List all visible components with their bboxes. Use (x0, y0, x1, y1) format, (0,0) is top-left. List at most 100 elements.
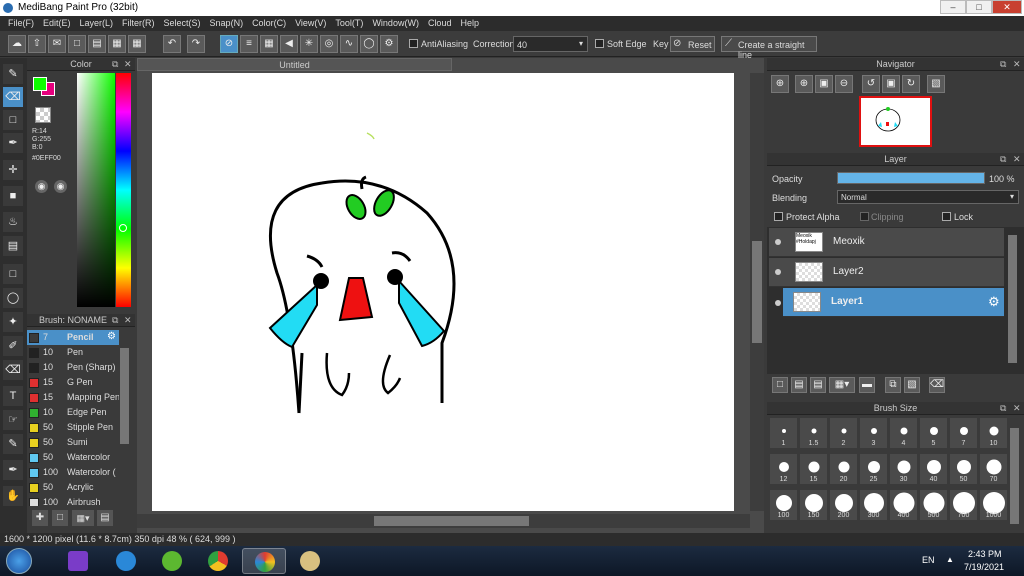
brush-item[interactable]: 50 Watercolor (27, 450, 119, 465)
brush-item[interactable]: 100 Watercolor ( (27, 465, 119, 480)
taskbar-app-paint[interactable] (288, 548, 332, 574)
operation-tool-icon[interactable]: ☞ (3, 410, 23, 430)
gradient-tool-icon[interactable]: ▤ (3, 236, 23, 256)
brush-list-scrollbar[interactable] (120, 348, 129, 444)
brush-size-cell[interactable]: 2 (829, 417, 858, 449)
brush-size-cell[interactable]: 300 (859, 489, 888, 521)
soft-edge-checkbox[interactable] (595, 39, 604, 48)
expand-icon[interactable]: ⧉ (1000, 154, 1006, 165)
close-icon[interactable]: ✕ (1013, 154, 1021, 165)
menu-help[interactable]: Help (456, 16, 484, 31)
brush-size-cell[interactable]: 20 (829, 453, 858, 485)
divide-tool-icon[interactable]: ✎ (3, 434, 23, 454)
menu-select[interactable]: Select(S) (160, 16, 206, 31)
taskbar-app-medibang[interactable] (242, 548, 286, 574)
brush-size-cell[interactable]: 1.5 (799, 417, 828, 449)
brush-item[interactable]: 10 Edge Pen (27, 405, 119, 420)
snap-settings-gear-icon[interactable]: ⚙ (380, 35, 398, 53)
brush-size-cell[interactable]: 40 (919, 453, 948, 485)
brush-size-scrollbar[interactable] (1010, 428, 1019, 524)
duplicate-layer-icon[interactable]: ⧉ (885, 377, 901, 393)
brush-settings-icon[interactable]: ▤ (97, 510, 113, 526)
brush-item[interactable]: 50 Sumi (27, 435, 119, 450)
brush-size-cell[interactable]: 150 (799, 489, 828, 521)
expand-icon[interactable]: ⧉ (1000, 59, 1006, 70)
brush-item[interactable]: 50 Acrylic (27, 480, 119, 495)
navigator-preview[interactable] (859, 96, 932, 147)
close-button[interactable]: ✕ (992, 0, 1022, 14)
layer-row-layer1[interactable]: Layer1 ⚙ (783, 288, 1004, 317)
opacity-slider[interactable] (837, 172, 985, 184)
brush-size-cell[interactable]: 3 (859, 417, 888, 449)
create-straight-line-button[interactable]: ⟋ Create a straight line (721, 36, 817, 60)
reset-button[interactable]: ⊘ Reset (670, 36, 715, 52)
layer-row-meoxik[interactable]: Meoxik #Holdapj Meoxik (769, 228, 1004, 257)
menu-tool[interactable]: Tool(T) (331, 16, 368, 31)
vertical-scroll-thumb[interactable] (752, 241, 762, 343)
taskbar-app-ie[interactable] (104, 548, 148, 574)
brush-size-cell[interactable]: 30 (889, 453, 918, 485)
transparent-color-swatch[interactable] (35, 107, 51, 123)
expand-icon[interactable]: ⧉ (112, 315, 118, 326)
zoom-in-plus-icon[interactable]: ⊕ (795, 75, 813, 93)
add-brush-icon[interactable]: ✚ (32, 510, 48, 526)
brush-size-cell[interactable]: 200 (829, 489, 858, 521)
brush-item[interactable]: 10 Pen (27, 345, 119, 360)
move-tool-icon[interactable]: ✛ (3, 160, 23, 180)
menu-color[interactable]: Color(C) (248, 16, 291, 31)
menu-view[interactable]: View(V) (291, 16, 331, 31)
close-icon[interactable]: ✕ (1013, 403, 1021, 414)
menu-file[interactable]: File(F) (4, 16, 39, 31)
layer-row-layer2[interactable]: Layer2 (769, 258, 1004, 287)
document-icon[interactable]: ▤ (88, 35, 106, 53)
ellipse-snap-icon[interactable]: ◯ (360, 35, 378, 53)
visibility-eye-icon[interactable] (775, 239, 781, 245)
taskbar-app-chrome[interactable] (196, 548, 240, 574)
brush-size-cell[interactable]: 400 (889, 489, 918, 521)
zoom-in-icon[interactable]: ⊕ (771, 75, 789, 93)
snap-off-icon[interactable]: ⊘ (220, 35, 238, 53)
tray-expand-icon[interactable]: ▲ (946, 555, 954, 564)
zoom-out-icon[interactable]: ⊖ (835, 75, 853, 93)
fit-icon[interactable]: ▣ (815, 75, 833, 93)
brush-size-cell[interactable]: 5 (919, 417, 948, 449)
pen-tool-icon[interactable]: ✒ (3, 133, 23, 153)
horizontal-scrollbar[interactable] (137, 514, 750, 528)
close-icon[interactable]: ✕ (1013, 59, 1021, 70)
select-eraser-tool-icon[interactable]: ⌫ (3, 360, 23, 380)
undo-icon[interactable]: ↶ (163, 35, 181, 53)
new-file-icon[interactable]: □ (68, 35, 86, 53)
close-icon[interactable]: ✕ (124, 315, 132, 326)
language-indicator[interactable]: EN (922, 555, 935, 565)
brush-menu-icon[interactable]: ▦▾ (72, 510, 94, 526)
vanishing-point-icon[interactable]: ◀ (280, 35, 298, 53)
foreground-color-swatch[interactable] (33, 77, 47, 91)
layer-settings-gear-icon[interactable]: ⚙ (988, 294, 1000, 310)
menu-snap[interactable]: Snap(N) (206, 16, 249, 31)
magic-wand-tool-icon[interactable]: ✦ (3, 312, 23, 332)
palette-icon[interactable]: ◉ (54, 180, 67, 193)
expand-icon[interactable]: ⧉ (1000, 403, 1006, 414)
minimize-button[interactable]: – (940, 0, 966, 14)
lock-checkbox[interactable] (942, 212, 951, 221)
layer-menu-icon[interactable]: ▦▾ (829, 377, 855, 393)
clipping-checkbox[interactable] (860, 212, 869, 221)
circle-snap-icon[interactable]: ◎ (320, 35, 338, 53)
hue-slider[interactable] (116, 73, 131, 307)
brush-size-cell[interactable]: 700 (949, 489, 978, 521)
menu-window[interactable]: Window(W) (368, 16, 424, 31)
cross-snap-icon[interactable]: ▦ (260, 35, 278, 53)
drawing-canvas[interactable] (152, 73, 734, 511)
folder-icon[interactable]: ▬ (859, 377, 875, 393)
hue-handle[interactable] (119, 224, 127, 232)
horizontal-scroll-thumb[interactable] (374, 516, 529, 526)
menu-layer[interactable]: Layer(L) (76, 16, 119, 31)
correction-select[interactable]: 40 ▾ (513, 36, 588, 52)
hand-tool-icon[interactable]: ✋ (3, 486, 23, 506)
brush-size-cell[interactable]: 4 (889, 417, 918, 449)
fill-rect-tool-icon[interactable]: ■ (3, 186, 23, 206)
eraser-tool-icon[interactable]: ⌫ (3, 87, 23, 107)
brush-size-cell[interactable]: 50 (949, 453, 978, 485)
color-wheel-icon[interactable]: ◉ (35, 180, 48, 193)
bucket-tool-icon[interactable]: ♨ (3, 212, 23, 232)
